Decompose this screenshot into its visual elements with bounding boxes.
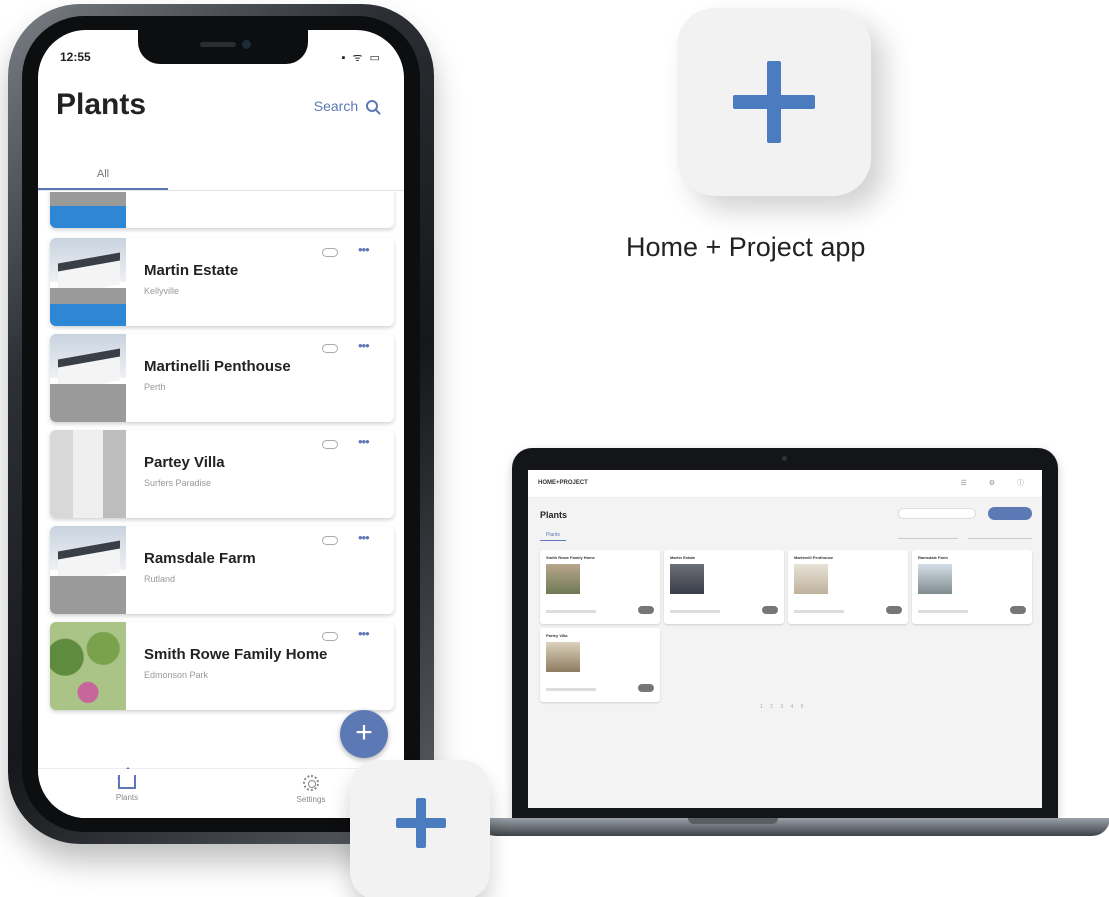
plant-thumbnail (50, 430, 126, 518)
gear-icon (303, 775, 319, 791)
search-button[interactable]: Search (314, 98, 378, 114)
more-options-icon[interactable]: ••• (358, 242, 370, 257)
web-content: Plants Plants Smith Rowe Family Home Mar… (528, 498, 1042, 808)
web-card-meta (546, 610, 596, 613)
web-card-meta (918, 610, 968, 613)
cloud-icon[interactable] (322, 440, 338, 449)
plant-card[interactable] (50, 192, 394, 228)
app-icon-small (350, 760, 490, 897)
plant-card[interactable]: Martin Estate Kellyville ••• (50, 238, 394, 326)
plant-title: Martin Estate (144, 262, 239, 279)
web-plant-card[interactable]: Martinelli Penthouse (788, 550, 908, 624)
phone-device: 12:55 ▪ ᯤ ▭ Plants Search All Martin Est… (8, 4, 434, 844)
home-icon (118, 775, 136, 789)
search-icon (366, 100, 378, 112)
web-card-title: Ramsdale Farm (918, 555, 948, 560)
plant-location: Rutland (144, 574, 176, 584)
plant-card[interactable]: Ramsdale Farm Rutland ••• (50, 526, 394, 614)
laptop-device: HOME+PROJECT ☰ ⚙ ⓘ Plants Plants Smith R… (512, 448, 1058, 818)
web-card-thumbnail (546, 642, 580, 672)
laptop-hinge-notch (688, 818, 778, 824)
cloud-icon[interactable] (322, 536, 338, 545)
web-pagination[interactable]: 1 2 3 4 5 (760, 704, 806, 710)
page-title: Plants (56, 88, 147, 121)
plant-thumbnail (50, 238, 126, 326)
web-tab-plants[interactable]: Plants (540, 532, 566, 541)
add-plant-button[interactable]: + (340, 710, 388, 758)
plant-thumbnail (50, 622, 126, 710)
web-card-title: Partey Villa (546, 633, 568, 638)
web-add-button[interactable] (988, 507, 1032, 520)
more-options-icon[interactable]: ••• (358, 338, 370, 353)
cloud-icon[interactable] (322, 632, 338, 641)
front-camera (242, 40, 251, 49)
web-card-thumbnail (918, 564, 952, 594)
nav-plants[interactable]: Plants (82, 775, 172, 802)
search-label: Search (313, 98, 359, 114)
cloud-icon[interactable] (322, 248, 338, 257)
app-icon-large (677, 8, 871, 196)
app-caption: Home + Project app (626, 232, 866, 262)
web-card-meta (670, 610, 720, 613)
tab-divider (38, 190, 404, 191)
phone-screen: 12:55 ▪ ᯤ ▭ Plants Search All Martin Est… (38, 30, 404, 818)
tab-all[interactable]: All (38, 168, 168, 180)
cloud-icon[interactable] (322, 344, 338, 353)
avatar (638, 684, 654, 692)
plant-card[interactable]: Martinelli Penthouse Perth ••• (50, 334, 394, 422)
web-plant-card[interactable]: Smith Rowe Family Home (540, 550, 660, 624)
plant-thumbnail (50, 192, 126, 228)
web-card-thumbnail (546, 564, 580, 594)
web-card-meta (546, 688, 596, 691)
status-icons: ▪ ᯤ ▭ (341, 52, 382, 64)
laptop-base (478, 818, 1109, 836)
more-options-icon[interactable]: ••• (358, 530, 370, 545)
web-header-icons[interactable]: ☰ ⚙ ⓘ (961, 478, 1034, 488)
plants-list[interactable]: Martin Estate Kellyville ••• Martinelli … (38, 192, 404, 722)
avatar (762, 606, 778, 614)
web-card-thumbnail (794, 564, 828, 594)
plant-card[interactable]: Smith Rowe Family Home Edmonson Park ••• (50, 622, 394, 710)
plant-title: Partey Villa (144, 454, 225, 471)
marketing-stage: 12:55 ▪ ᯤ ▭ Plants Search All Martin Est… (0, 0, 1109, 897)
nav-settings[interactable]: Settings (266, 775, 356, 804)
nav-plants-label: Plants (115, 793, 139, 802)
speaker-grille (200, 42, 236, 47)
plant-card[interactable]: Partey Villa Surfers Paradise ••• (50, 430, 394, 518)
plant-title: Martinelli Penthouse (144, 358, 291, 375)
avatar (886, 606, 902, 614)
more-options-icon[interactable]: ••• (358, 626, 370, 641)
nav-settings-label: Settings (296, 795, 326, 804)
more-options-icon[interactable]: ••• (358, 434, 370, 449)
web-filter-select[interactable] (898, 532, 958, 539)
web-sort-select[interactable] (968, 532, 1032, 539)
laptop-screen: HOME+PROJECT ☰ ⚙ ⓘ Plants Plants Smith R… (528, 470, 1042, 808)
laptop-camera (782, 456, 787, 461)
web-card-title: Martinelli Penthouse (794, 555, 834, 560)
web-search-input[interactable] (898, 508, 976, 519)
plant-location: Surfers Paradise (144, 478, 212, 488)
web-card-thumbnail (670, 564, 704, 594)
web-plant-card[interactable]: Ramsdale Farm (912, 550, 1032, 624)
plant-title: Smith Rowe Family Home (144, 646, 328, 663)
web-card-title: Martin Estate (670, 555, 696, 560)
web-header: HOME+PROJECT ☰ ⚙ ⓘ (528, 470, 1042, 498)
web-logo[interactable]: HOME+PROJECT (538, 480, 588, 486)
plant-location: Perth (144, 382, 166, 392)
web-plant-card[interactable]: Martin Estate (664, 550, 784, 624)
plant-thumbnail (50, 334, 126, 422)
avatar (1010, 606, 1026, 614)
plant-location: Edmonson Park (144, 670, 209, 680)
web-plant-card[interactable]: Partey Villa (540, 628, 660, 702)
web-card-title: Smith Rowe Family Home (546, 555, 595, 560)
plant-location: Kellyville (144, 286, 180, 296)
status-time: 12:55 (60, 50, 91, 64)
phone-notch (138, 30, 308, 64)
avatar (638, 606, 654, 614)
web-card-meta (794, 610, 844, 613)
plant-title: Ramsdale Farm (144, 550, 256, 567)
web-page-title: Plants (540, 510, 568, 520)
plant-thumbnail (50, 526, 126, 614)
